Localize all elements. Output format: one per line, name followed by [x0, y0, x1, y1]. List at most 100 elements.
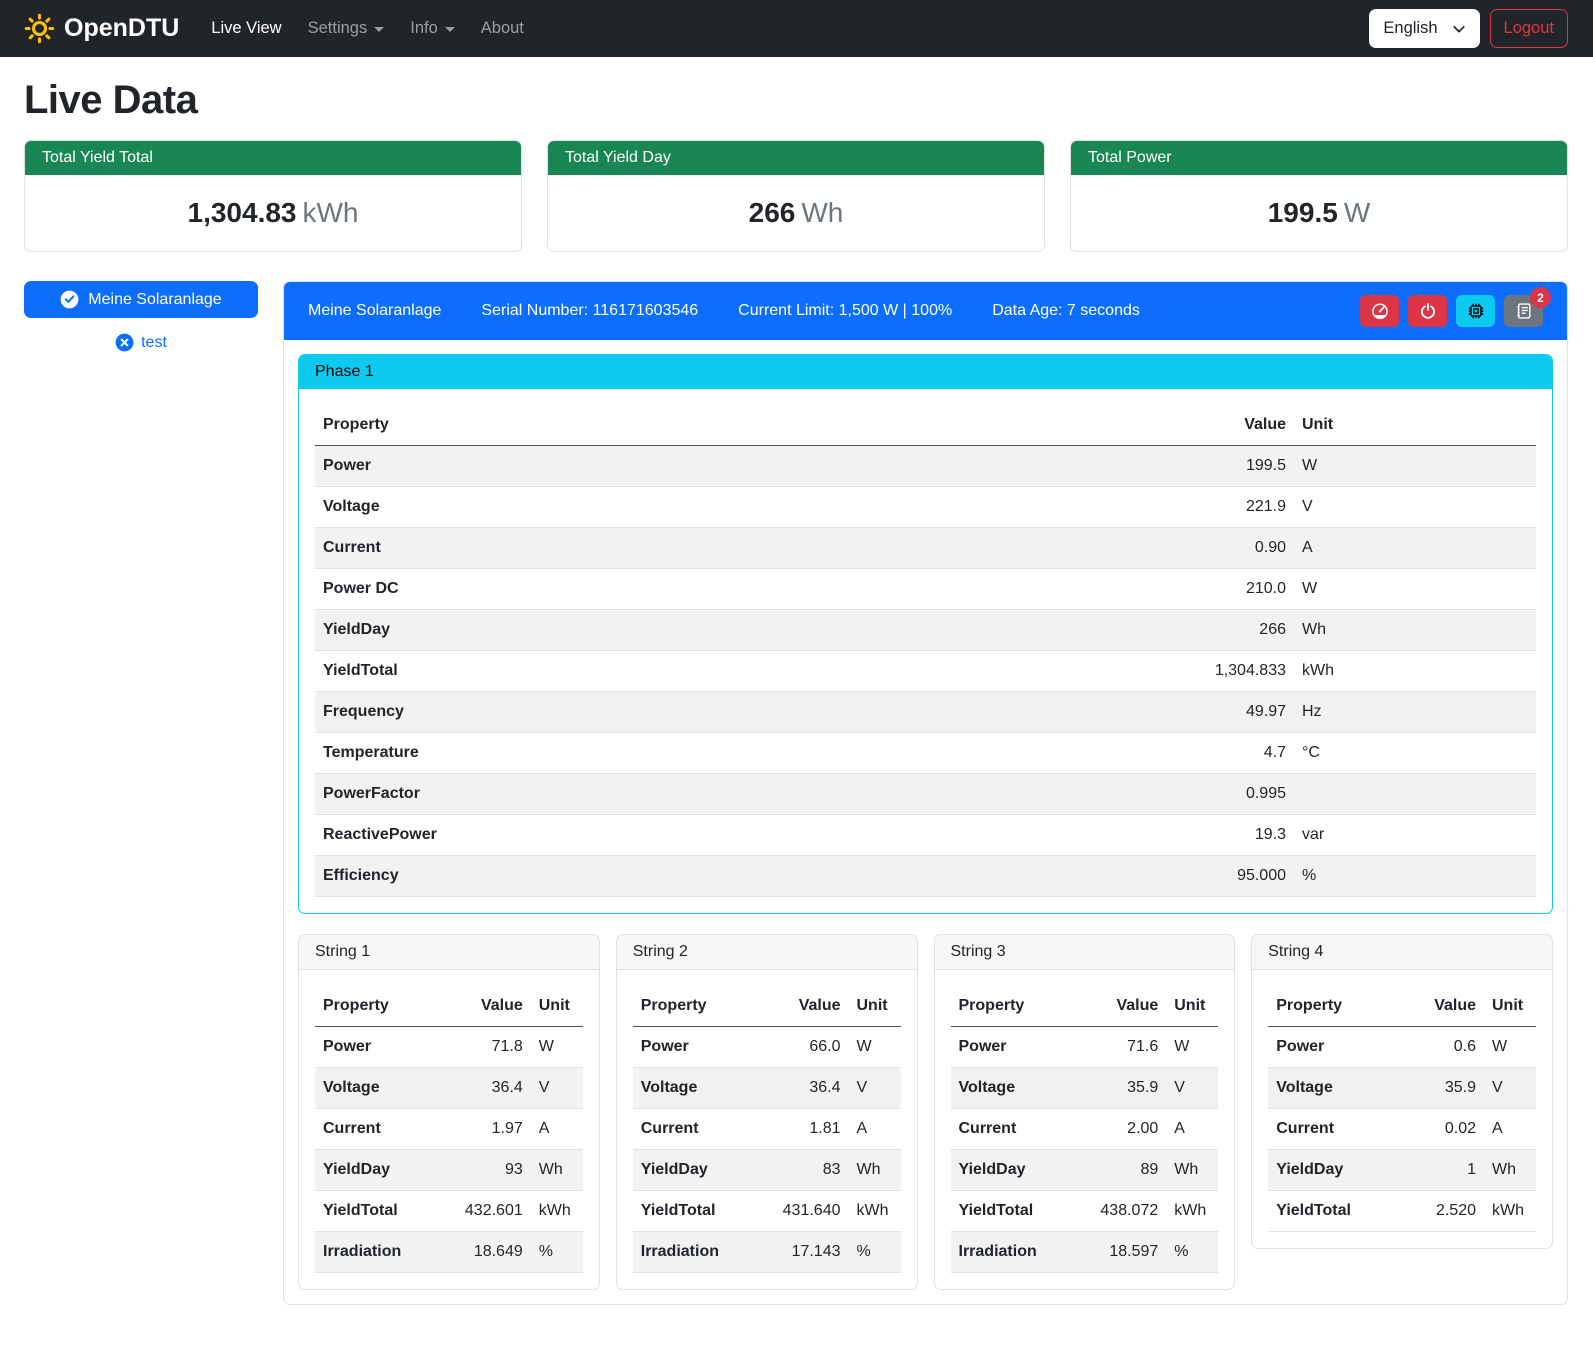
- chevron-down-icon: [445, 27, 455, 32]
- value-cell: 17.143: [761, 1232, 849, 1273]
- summary-cards-row: Total Yield Total 1,304.83kWh Total Yiel…: [24, 140, 1568, 252]
- table-row: YieldDay 83 Wh: [633, 1150, 901, 1191]
- property-cell: Current: [315, 1109, 443, 1150]
- brand-link[interactable]: OpenDTU: [24, 13, 179, 44]
- column-header-unit: Unit: [1166, 986, 1218, 1027]
- property-cell: Efficiency: [315, 856, 1144, 897]
- unit-cell: kWh: [531, 1191, 583, 1232]
- journal-text-icon: [1515, 302, 1533, 320]
- property-cell: YieldDay: [315, 1150, 443, 1191]
- event-log-button[interactable]: 2: [1504, 295, 1543, 327]
- column-header-property: Property: [315, 405, 1144, 446]
- nav-item-label: Info: [410, 19, 438, 38]
- property-cell: Voltage: [315, 1068, 443, 1109]
- property-cell: Voltage: [315, 487, 1144, 528]
- property-cell: Temperature: [315, 733, 1144, 774]
- value-cell: 71.8: [443, 1027, 531, 1068]
- table-row: Voltage 36.4 V: [315, 1068, 583, 1109]
- nav-item-settings[interactable]: Settings: [298, 11, 395, 46]
- unit-cell: V: [1294, 487, 1536, 528]
- column-header-value: Value: [1078, 986, 1166, 1027]
- table-row: Power DC 210.0 W: [315, 569, 1536, 610]
- unit-cell: V: [531, 1068, 583, 1109]
- table-row: ReactivePower 19.3 var: [315, 815, 1536, 856]
- string-table: Property Value Unit Power 66.0 W Voltage…: [633, 986, 901, 1273]
- summary-card-value: 266: [749, 197, 796, 228]
- unit-cell: V: [1166, 1068, 1218, 1109]
- string-table: Property Value Unit Power 71.8 W Voltage…: [315, 986, 583, 1273]
- speedometer-icon: [1371, 302, 1389, 320]
- nav-item-live-view[interactable]: Live View: [201, 11, 291, 46]
- value-cell: 19.3: [1144, 815, 1294, 856]
- unit-cell: Wh: [1294, 610, 1536, 651]
- value-cell: 66.0: [761, 1027, 849, 1068]
- logout-button[interactable]: Logout: [1490, 9, 1568, 48]
- unit-cell: %: [849, 1232, 901, 1273]
- table-row: YieldDay 89 Wh: [951, 1150, 1219, 1191]
- unit-cell: A: [1484, 1109, 1536, 1150]
- inverter-item-label: test: [141, 334, 167, 352]
- value-cell: 432.601: [443, 1191, 531, 1232]
- limit-settings-button[interactable]: [1360, 295, 1399, 327]
- table-row: YieldTotal 2.520 kWh: [1268, 1191, 1536, 1232]
- table-row: Irradiation 18.649 %: [315, 1232, 583, 1273]
- column-header-unit: Unit: [1294, 405, 1536, 446]
- table-row: YieldTotal 432.601 kWh: [315, 1191, 583, 1232]
- table-row: Power 71.8 W: [315, 1027, 583, 1068]
- property-cell: Voltage: [633, 1068, 761, 1109]
- table-row: Efficiency 95.000 %: [315, 856, 1536, 897]
- value-cell: 18.597: [1078, 1232, 1166, 1273]
- table-header-row: Property Value Unit: [315, 405, 1536, 446]
- property-cell: Irradiation: [951, 1232, 1079, 1273]
- nav-links: Live View Settings Info About: [201, 11, 534, 46]
- value-cell: 431.640: [761, 1191, 849, 1232]
- summary-card-title: Total Power: [1071, 141, 1567, 175]
- column-header-value: Value: [761, 986, 849, 1027]
- summary-card-unit: Wh: [801, 197, 843, 228]
- value-cell: 49.97: [1144, 692, 1294, 733]
- property-cell: Power: [315, 446, 1144, 487]
- property-cell: Power: [315, 1027, 443, 1068]
- property-cell: YieldTotal: [951, 1191, 1079, 1232]
- column-header-property: Property: [951, 986, 1079, 1027]
- property-cell: Power DC: [315, 569, 1144, 610]
- unit-cell: W: [849, 1027, 901, 1068]
- table-row: YieldDay 1 Wh: [1268, 1150, 1536, 1191]
- value-cell: 1,304.833: [1144, 651, 1294, 692]
- inverter-sidebar: Meine Solaranlage test: [24, 281, 258, 352]
- phase-table: Property Value Unit Power 199.5 W Voltag…: [315, 405, 1536, 897]
- unit-cell: %: [531, 1232, 583, 1273]
- nav-item-info[interactable]: Info: [400, 11, 465, 46]
- inverter-data-age: Data Age: 7 seconds: [992, 302, 1140, 320]
- property-cell: Irradiation: [315, 1232, 443, 1273]
- table-header-row: Property Value Unit: [633, 986, 901, 1027]
- table-row: Irradiation 17.143 %: [633, 1232, 901, 1273]
- power-button[interactable]: [1408, 295, 1447, 327]
- inverter-item-test[interactable]: test: [24, 333, 258, 352]
- summary-card-value: 199.5: [1268, 197, 1338, 228]
- inverter-select-button[interactable]: Meine Solaranlage: [24, 281, 258, 318]
- value-cell: 18.649: [443, 1232, 531, 1273]
- column-header-unit: Unit: [1484, 986, 1536, 1027]
- table-row: YieldTotal 431.640 kWh: [633, 1191, 901, 1232]
- table-row: Current 0.90 A: [315, 528, 1536, 569]
- table-header-row: Property Value Unit: [315, 986, 583, 1027]
- value-cell: 1: [1396, 1150, 1484, 1191]
- unit-cell: W: [1166, 1027, 1218, 1068]
- restart-device-button[interactable]: [1456, 295, 1495, 327]
- value-cell: 0.6: [1396, 1027, 1484, 1068]
- table-row: Voltage 221.9 V: [315, 487, 1536, 528]
- phase-panel-title: Phase 1: [299, 355, 1552, 389]
- string-card-title: String 1: [299, 935, 599, 970]
- language-select[interactable]: English: [1369, 9, 1479, 48]
- property-cell: Power: [1268, 1027, 1396, 1068]
- strings-row: String 1 Property Value Unit Power 71.8 …: [298, 934, 1553, 1290]
- nav-item-about[interactable]: About: [471, 11, 534, 46]
- summary-card-title: Total Yield Total: [25, 141, 521, 175]
- nav-item-label: About: [481, 19, 524, 38]
- string-card: String 3 Property Value Unit Power 71.6 …: [934, 934, 1236, 1290]
- table-row: Current 0.02 A: [1268, 1109, 1536, 1150]
- column-header-unit: Unit: [531, 986, 583, 1027]
- property-cell: ReactivePower: [315, 815, 1144, 856]
- string-table: Property Value Unit Power 71.6 W Voltage…: [951, 986, 1219, 1273]
